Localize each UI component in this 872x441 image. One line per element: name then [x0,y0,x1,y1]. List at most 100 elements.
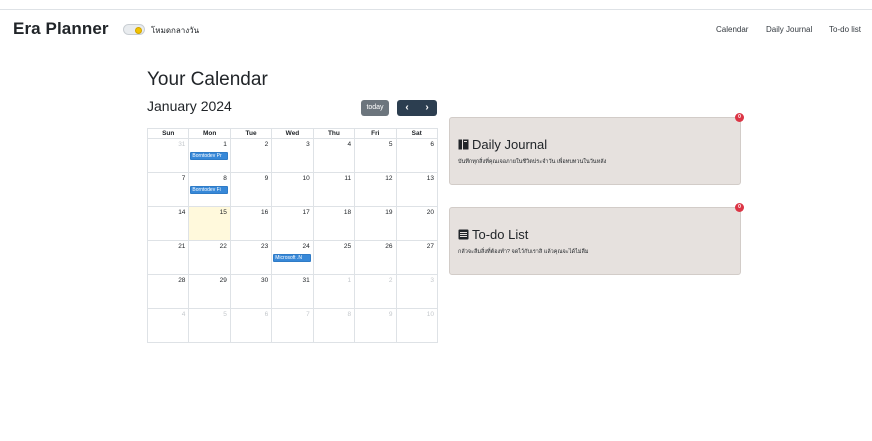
nav-link-calendar[interactable]: Calendar [716,25,748,34]
theme-toggle[interactable] [123,24,145,35]
next-month-button[interactable]: › [417,100,437,116]
day-number[interactable]: 15 [220,209,227,216]
prev-month-button[interactable]: ‹ [397,100,417,116]
day-number[interactable]: 5 [389,141,393,148]
day-number[interactable]: 12 [385,175,392,182]
calendar-day-cell[interactable]: 22 [189,241,231,275]
day-number[interactable]: 8 [347,311,351,318]
calendar-event[interactable]: Borntodev Fi [190,186,228,194]
calendar-day-cell[interactable]: 10 [396,309,438,343]
day-number[interactable]: 24 [302,243,309,250]
calendar-day-cell[interactable]: 30 [230,275,273,309]
calendar-day-cell[interactable]: 4 [313,139,356,173]
day-number[interactable]: 4 [347,141,351,148]
calendar-day-cell[interactable]: 2 [355,275,397,309]
day-number[interactable]: 22 [220,243,227,250]
day-number[interactable]: 3 [306,141,310,148]
chevron-right-icon: › [425,102,429,113]
calendar-day-cell[interactable]: 13 [396,173,438,207]
day-number[interactable]: 7 [306,311,310,318]
calendar-day-cell[interactable]: 31 [148,139,190,173]
day-number[interactable]: 25 [344,243,351,250]
day-number[interactable]: 14 [178,209,185,216]
calendar-day-cell[interactable]: 9 [355,309,397,343]
calendar-day-cell[interactable]: 17 [272,207,314,241]
calendar-day-cell[interactable]: 24 Microsoft .N [272,241,314,275]
calendar-day-cell[interactable]: 20 [396,207,438,241]
calendar-day-cell[interactable]: 9 [230,173,273,207]
calendar-day-cell[interactable]: 6 [396,139,438,173]
calendar-day-cell[interactable]: 23 [230,241,273,275]
calendar-day-cell[interactable]: 7 [272,309,314,343]
brand-logo[interactable]: Era Planner [13,19,109,39]
day-number[interactable]: 23 [261,243,268,250]
nav-link-daily-journal[interactable]: Daily Journal [766,25,812,34]
day-number[interactable]: 4 [182,311,186,318]
calendar-day-cell[interactable]: 5 [355,139,397,173]
day-number[interactable]: 1 [347,277,351,284]
calendar-day-cell[interactable]: 25 [313,241,356,275]
calendar-day-cell[interactable]: 1 Borntodev Pr [189,139,231,173]
day-number[interactable]: 1 [223,141,227,148]
calendar-day-cell[interactable]: 11 [313,173,356,207]
day-number[interactable]: 9 [265,175,269,182]
calendar-day-cell[interactable]: 19 [355,207,397,241]
calendar-day-cell[interactable]: 5 [189,309,231,343]
day-number[interactable]: 20 [427,209,434,216]
day-number[interactable]: 28 [178,277,185,284]
calendar-day-cell[interactable]: 12 [355,173,397,207]
day-number[interactable]: 30 [261,277,268,284]
calendar-week-row: 7 8 Borntodev Fi 9 10 11 12 13 [148,173,438,207]
day-number[interactable]: 17 [302,209,309,216]
day-number[interactable]: 13 [427,175,434,182]
calendar-day-cell[interactable]: 14 [148,207,190,241]
day-number[interactable]: 5 [223,311,227,318]
day-number[interactable]: 7 [182,175,186,182]
calendar-event[interactable]: Borntodev Pr [190,152,228,160]
calendar-day-cell[interactable]: 18 [313,207,356,241]
day-number[interactable]: 9 [389,311,393,318]
calendar-day-cell[interactable]: 28 [148,275,190,309]
daily-journal-card[interactable]: Daily Journal บันทึกทุกสิ่งที่คุณเจอภายใ… [449,117,741,185]
calendar-day-cell[interactable]: 7 [148,173,190,207]
calendar-day-cell[interactable]: 21 [148,241,190,275]
calendar-day-cell[interactable]: 8 Borntodev Fi [189,173,231,207]
calendar-day-cell[interactable]: 1 [313,275,356,309]
calendar-day-cell[interactable]: 6 [230,309,273,343]
day-number[interactable]: 2 [265,141,269,148]
day-number[interactable]: 10 [427,311,434,318]
calendar-day-cell[interactable]: 27 [396,241,438,275]
day-number[interactable]: 6 [265,311,269,318]
calendar-day-cell[interactable]: 15 [189,207,231,241]
calendar-event[interactable]: Microsoft .N [273,254,311,262]
todo-list-card[interactable]: To-do List กลัวจะลืมสิ่งที่ต้องทำ? จดไว้… [449,207,741,275]
day-number[interactable]: 29 [220,277,227,284]
day-number[interactable]: 2 [389,277,393,284]
day-number[interactable]: 3 [430,277,434,284]
day-number[interactable]: 21 [178,243,185,250]
calendar-day-cell[interactable]: 8 [313,309,356,343]
calendar-day-cell[interactable]: 29 [189,275,231,309]
day-number[interactable]: 31 [178,141,185,148]
day-number[interactable]: 19 [385,209,392,216]
calendar-day-cell[interactable]: 3 [396,275,438,309]
calendar-day-cell[interactable]: 2 [230,139,273,173]
day-number[interactable]: 18 [344,209,351,216]
today-button[interactable]: today [361,100,389,116]
day-number[interactable]: 8 [223,175,227,182]
day-number[interactable]: 26 [385,243,392,250]
calendar-day-cell[interactable]: 31 [272,275,314,309]
calendar-day-cell[interactable]: 4 [148,309,190,343]
day-number[interactable]: 6 [430,141,434,148]
day-number[interactable]: 16 [261,209,268,216]
calendar-day-cell[interactable]: 3 [272,139,314,173]
calendar-day-cell[interactable]: 26 [355,241,397,275]
day-number[interactable]: 31 [302,277,309,284]
nav-link-todo-list[interactable]: To-do list [829,25,861,34]
calendar-day-cell[interactable]: 10 [272,173,314,207]
day-number[interactable]: 27 [427,243,434,250]
day-number[interactable]: 10 [302,175,309,182]
calendar-day-cell[interactable]: 16 [230,207,273,241]
day-number[interactable]: 11 [344,175,351,182]
weekday-label: Tue [230,129,273,139]
